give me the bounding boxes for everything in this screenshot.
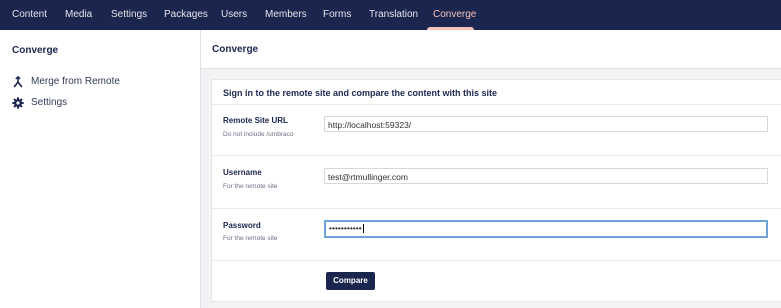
username-description: For the remote site	[223, 183, 278, 190]
password-label: Password	[223, 221, 261, 230]
password-value: •••••••••••	[329, 223, 362, 233]
username-input[interactable]: test@rtmullinger.com	[324, 168, 768, 184]
divider	[212, 104, 781, 105]
tab-forms[interactable]: Forms	[323, 0, 351, 30]
remote-url-input[interactable]: http://localhost:59323/	[324, 116, 768, 132]
password-description: For the remote site	[223, 235, 278, 242]
compare-button[interactable]: Compare	[326, 272, 375, 290]
sidebar-title: Converge	[12, 45, 59, 56]
username-label: Username	[223, 168, 262, 177]
tab-content[interactable]: Content	[12, 0, 47, 30]
tab-members[interactable]: Members	[265, 0, 307, 30]
panel-title: Sign in to the remote site and compare t…	[223, 88, 498, 98]
merge-icon	[13, 76, 23, 88]
top-navigation: Content Media Settings Packages Users Me…	[0, 0, 781, 30]
remote-url-description: Do not include /umbraco	[223, 131, 294, 138]
divider	[212, 155, 781, 156]
text-caret	[362, 224, 364, 234]
divider	[212, 208, 781, 209]
page-header: Converge	[201, 30, 781, 69]
remote-url-value: http://localhost:59323/	[328, 120, 412, 130]
tab-converge[interactable]: Converge	[433, 0, 476, 30]
sidebar-item-merge-from-remote[interactable]: Merge from Remote	[12, 74, 192, 90]
tab-settings[interactable]: Settings	[111, 0, 147, 30]
tab-translation[interactable]: Translation	[369, 0, 418, 30]
sidebar-item-settings[interactable]: Settings	[12, 95, 192, 111]
gear-icon	[12, 97, 24, 109]
sidebar-item-label: Merge from Remote	[31, 76, 120, 87]
sidebar: Converge Merge from Remote Settings	[0, 30, 201, 308]
tab-users[interactable]: Users	[221, 0, 247, 30]
sidebar-item-label: Settings	[31, 97, 68, 108]
tab-media[interactable]: Media	[65, 0, 92, 30]
password-input[interactable]: •••••••••••	[324, 220, 768, 238]
divider	[212, 260, 781, 261]
compare-panel: Sign in to the remote site and compare t…	[211, 79, 781, 302]
username-value: test@rtmullinger.com	[328, 172, 408, 182]
tab-packages[interactable]: Packages	[164, 0, 208, 30]
page-title: Converge	[212, 44, 259, 55]
remote-url-label: Remote Site URL	[223, 116, 288, 125]
